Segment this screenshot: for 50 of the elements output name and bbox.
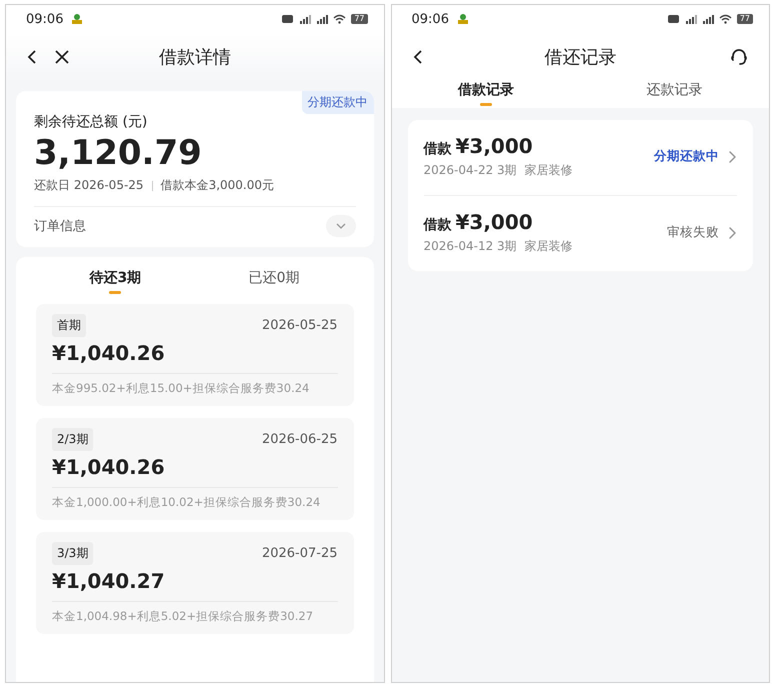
signal-icon (316, 14, 328, 24)
loan-amount: ¥3,000 (456, 210, 533, 234)
app-notification-icon (71, 14, 84, 24)
amount-breakdown: 本金1,000.00+利息10.02+担保综合服务费30.24 (52, 487, 338, 520)
loan-status-link[interactable]: 分期还款中 (654, 148, 737, 165)
due-date: 2026-07-25 (262, 546, 338, 561)
signal-icon (684, 14, 697, 24)
back-icon[interactable] (412, 49, 424, 65)
loan-label: 借款 (424, 140, 452, 158)
period-tag: 2/3期 (52, 428, 94, 451)
order-info-label: 订单信息 (34, 218, 86, 235)
signal-icon (299, 14, 312, 24)
chevron-right-icon (727, 150, 737, 164)
tab[interactable]: 已还0期 (194, 257, 354, 298)
signal-icon (702, 14, 714, 24)
installment-amount: ¥1,040.26 (52, 341, 166, 365)
amount-breakdown: 本金1,004.98+利息5.02+担保综合服务费30.27 (52, 601, 338, 634)
period-tag: 首期 (52, 314, 86, 337)
back-icon[interactable] (26, 49, 38, 65)
remaining-label: 剩余待还总额 (元) (34, 113, 148, 131)
page-title: 借款详情 (158, 46, 231, 69)
app-notification-icon (456, 14, 469, 24)
loan-amount: ¥3,000 (456, 134, 533, 158)
battery-level: 77 (736, 14, 753, 24)
loan-meta: 2026-04-22 3期 家居装修 (424, 162, 572, 179)
close-icon[interactable] (54, 49, 70, 65)
due-date: 2026-06-25 (262, 432, 338, 447)
tab[interactable]: 借款记录 (392, 81, 580, 108)
chevron-down-icon (336, 223, 346, 229)
status-time: 09:06 (412, 12, 449, 26)
period-tag: 3/3期 (52, 542, 94, 565)
wifi-icon (718, 14, 732, 24)
chevron-right-icon (727, 226, 737, 240)
due-date: 还款日 2026-05-25 (34, 177, 144, 194)
loan-label: 借款 (424, 216, 452, 234)
installment-amount: ¥1,040.26 (52, 455, 166, 479)
status-time: 09:06 (26, 12, 64, 26)
remaining-amount: 3,120.79 (34, 133, 203, 173)
loan-meta: 2026-04-12 3期 家居装修 (424, 238, 572, 255)
status-badge: 分期还款中 (302, 91, 374, 114)
amount-breakdown: 本金995.02+利息15.00+担保综合服务费30.24 (52, 373, 338, 406)
tab[interactable]: 待还3期 (36, 257, 195, 298)
battery-level: 77 (351, 14, 368, 24)
wifi-icon (333, 14, 346, 24)
page-title: 借还记录 (544, 46, 616, 69)
loan-status-link[interactable]: 审核失败 (667, 224, 737, 241)
installment-amount: ¥1,040.27 (52, 569, 166, 593)
tab[interactable]: 还款记录 (580, 81, 769, 108)
loan-principal: 借款本金3,000.00元 (160, 177, 274, 194)
due-date: 2026-05-25 (262, 318, 338, 333)
